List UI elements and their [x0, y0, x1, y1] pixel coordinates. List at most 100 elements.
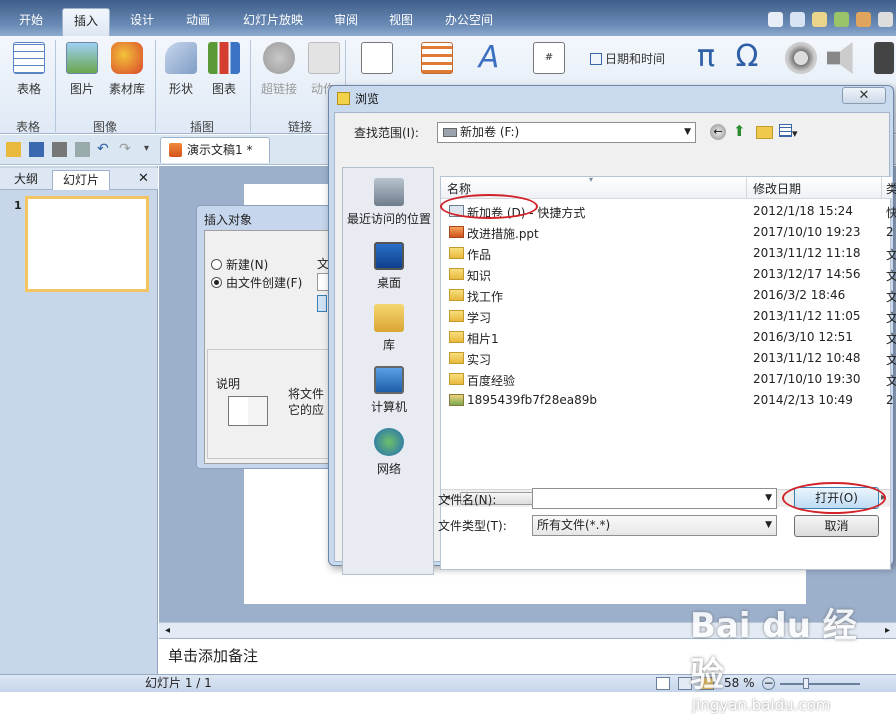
- equation-button[interactable]: π: [690, 42, 722, 80]
- file-date: 2013/11/12 11:05: [753, 309, 861, 323]
- place-network[interactable]: 网络: [343, 428, 435, 477]
- symbol-button[interactable]: Ω: [730, 42, 764, 80]
- textbox-button[interactable]: [360, 42, 394, 80]
- file-row[interactable]: 作品 2013/11/12 11:18 文: [441, 243, 896, 264]
- home-icon[interactable]: [812, 12, 827, 27]
- tab-design[interactable]: 设计: [119, 8, 165, 36]
- place-recent-label: 最近访问的位置: [346, 212, 431, 226]
- normal-view-icon[interactable]: [656, 677, 670, 690]
- cancel-button[interactable]: 取消: [794, 515, 879, 537]
- date-time-button[interactable]: 日期和时间: [590, 50, 674, 67]
- filetype-select[interactable]: 所有文件(*.*) ▼: [532, 515, 777, 536]
- radio-new[interactable]: 新建(N): [211, 256, 268, 273]
- folder-icon: [449, 373, 464, 385]
- picture-button[interactable]: 图片: [64, 42, 100, 97]
- column-type[interactable]: 类: [886, 180, 896, 197]
- tab-home[interactable]: 开始: [8, 8, 54, 36]
- file-row[interactable]: 知识 2013/12/17 14:56 文: [441, 264, 896, 285]
- tab-outline[interactable]: 大纲: [4, 170, 48, 190]
- redo-icon[interactable]: ↷: [119, 142, 134, 157]
- print-icon[interactable]: [52, 142, 67, 157]
- image-file-icon: [449, 394, 464, 406]
- file-row[interactable]: 百度经验 2017/10/10 19:30 文: [441, 369, 896, 390]
- back-icon[interactable]: ←: [710, 124, 726, 140]
- filetype-label: 文件类型(T):: [438, 519, 507, 533]
- tab-insert[interactable]: 插入: [62, 8, 111, 36]
- new-folder-icon[interactable]: [756, 126, 773, 139]
- omega-icon: Ω: [735, 39, 759, 74]
- open-folder-icon[interactable]: [6, 142, 21, 157]
- column-divider[interactable]: [746, 177, 747, 199]
- folder-icon: [449, 289, 464, 301]
- file-date: 2013/11/12 10:48: [753, 351, 861, 365]
- tab-review[interactable]: 审阅: [323, 8, 369, 36]
- file-row[interactable]: 实习 2013/11/12 10:48 文: [441, 348, 896, 369]
- place-computer[interactable]: 计算机: [343, 366, 435, 415]
- skin-icon[interactable]: [790, 12, 805, 27]
- wordart-button[interactable]: A: [472, 42, 506, 80]
- chevron-down-icon[interactable]: ▼: [765, 489, 772, 508]
- document-tab[interactable]: 演示文稿1 *: [160, 137, 270, 163]
- file-date: 2012/1/18 15:24: [753, 204, 853, 218]
- browse-button-partial[interactable]: [317, 295, 327, 312]
- folder-icon: [449, 352, 464, 364]
- chevron-down-icon: ▼: [684, 127, 691, 137]
- file-row[interactable]: 改进措施.ppt 2017/10/10 19:23 2: [441, 222, 894, 243]
- app-icon[interactable]: [834, 12, 849, 27]
- file-date: 2017/10/10 19:30: [753, 372, 861, 386]
- chart-button[interactable]: 图表: [208, 42, 240, 97]
- print-preview-icon[interactable]: [75, 142, 90, 157]
- clipart-button[interactable]: 素材库: [107, 42, 147, 97]
- file-row[interactable]: 学习 2013/11/12 11:05 文: [441, 306, 896, 327]
- file-row[interactable]: 找工作 2016/3/2 18:46 文: [441, 285, 896, 306]
- user-icon[interactable]: [856, 12, 871, 27]
- view-menu-icon[interactable]: ▾: [779, 124, 805, 140]
- flash-button[interactable]: [872, 42, 896, 80]
- place-desktop[interactable]: 桌面: [343, 242, 435, 291]
- file-type: 文: [886, 269, 896, 283]
- slide-number-button[interactable]: #: [532, 42, 566, 80]
- insert-object-body: 新建(N) 由文件创建(F) 文 说明 将文件 它的应: [204, 230, 339, 464]
- description-text-1: 将文件: [288, 387, 325, 401]
- customize-qat-icon[interactable]: ▾: [144, 142, 159, 157]
- close-panel-icon[interactable]: ✕: [138, 171, 149, 186]
- radio-from-file[interactable]: 由文件创建(F): [211, 274, 302, 291]
- chevron-down-icon: ▼: [765, 520, 772, 530]
- radio-new-circle[interactable]: [211, 259, 222, 270]
- tab-animation[interactable]: 动画: [175, 8, 221, 36]
- help-icon[interactable]: [768, 12, 783, 27]
- audio-button[interactable]: [826, 42, 860, 80]
- header-footer-icon: [421, 42, 453, 74]
- scroll-left-icon[interactable]: ◂: [165, 625, 170, 636]
- place-recent[interactable]: 最近访问的位置: [343, 178, 435, 227]
- file-row[interactable]: 相片1 2016/3/10 12:51 文: [441, 327, 896, 348]
- file-type: 2: [886, 393, 894, 407]
- up-folder-icon[interactable]: ⬆: [733, 124, 749, 140]
- save-icon[interactable]: [29, 142, 44, 157]
- folder-icon: [449, 331, 464, 343]
- column-modified[interactable]: 修改日期: [753, 180, 801, 197]
- undo-icon[interactable]: ↶: [97, 142, 112, 157]
- hyperlink-label: 超链接: [260, 82, 297, 96]
- close-button[interactable]: ✕: [842, 87, 886, 104]
- table-button[interactable]: 表格: [10, 42, 48, 97]
- tab-slides[interactable]: 幻灯片: [52, 170, 111, 190]
- file-name: 找工作: [467, 290, 504, 304]
- radio-from-file-circle[interactable]: [211, 277, 222, 288]
- tab-view[interactable]: 视图: [378, 8, 424, 36]
- tab-office-space[interactable]: 办公空间: [434, 8, 504, 36]
- look-in-combo[interactable]: 新加卷 (F:) ▼: [437, 122, 696, 143]
- libraries-icon: [374, 304, 404, 332]
- tab-slideshow[interactable]: 幻灯片放映: [232, 8, 314, 36]
- place-libraries[interactable]: 库: [343, 304, 435, 353]
- minimize-ribbon-icon[interactable]: [878, 12, 893, 27]
- shapes-button[interactable]: 形状: [165, 42, 197, 97]
- header-footer-button[interactable]: [420, 42, 454, 80]
- slide-thumbnail[interactable]: [25, 196, 149, 292]
- column-divider[interactable]: [881, 177, 882, 199]
- video-button[interactable]: [784, 42, 818, 80]
- filename-input[interactable]: ▼: [532, 488, 777, 509]
- group-label-image: 图像: [93, 120, 118, 134]
- hyperlink-button[interactable]: 超链接: [258, 42, 300, 97]
- file-row[interactable]: 1895439fb7f28ea89b 2014/2/13 10:49 2: [441, 390, 894, 411]
